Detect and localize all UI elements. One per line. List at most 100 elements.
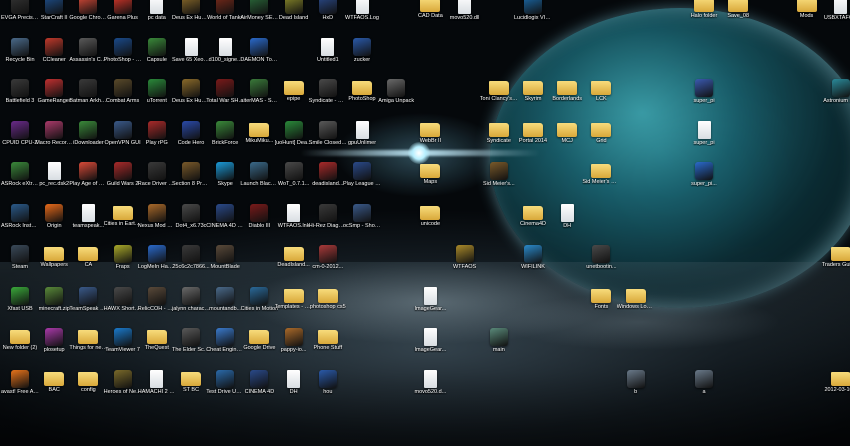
desktop-icon[interactable]: Heroes of Newerth xyxy=(104,369,142,410)
desktop-icon[interactable]: World of Tanks xyxy=(206,0,244,36)
desktop-icon[interactable]: unetbootin... xyxy=(582,245,620,285)
desktop-icon[interactable]: Cities in Earth 3D xyxy=(104,204,142,244)
desktop-icon[interactable]: Untitled1 xyxy=(309,37,347,78)
desktop-icon[interactable]: Dead Island xyxy=(275,0,313,36)
desktop-icon[interactable]: EVGA Precision X xyxy=(1,0,39,36)
desktop-icon[interactable]: Xfast USB xyxy=(1,286,39,327)
desktop-icon[interactable]: ocSmp - Shortcut xyxy=(343,203,381,244)
desktop-icon[interactable]: Recycle Bin xyxy=(1,37,39,78)
desktop-icon[interactable]: Borderlands xyxy=(548,79,586,119)
desktop-icon[interactable]: CCleaner xyxy=(35,37,73,78)
desktop-icon[interactable]: Maps xyxy=(411,162,449,202)
desktop-icon[interactable]: WIFILINK xyxy=(514,245,552,285)
desktop-icon[interactable]: zucker xyxy=(343,37,381,78)
desktop-icon[interactable]: movo520.d... xyxy=(411,369,449,410)
desktop-icon[interactable]: config xyxy=(69,370,107,410)
desktop-icon[interactable]: main xyxy=(480,328,518,368)
desktop-icon[interactable]: Phone Stuff xyxy=(309,328,347,368)
desktop-icon[interactable]: Toni Clancy's H.A.W.X xyxy=(480,79,518,119)
desktop-icon[interactable]: CINEMA 4D 64 Bit xyxy=(206,203,244,244)
desktop-icon[interactable]: uTorrent xyxy=(138,79,176,119)
desktop-icon[interactable]: RelicCOH - Shortcut xyxy=(138,286,176,327)
desktop-icon[interactable]: mountandb... xyxy=(206,286,244,327)
desktop-icon[interactable]: Lucidlogix VIRTU Settings xyxy=(514,0,552,36)
desktop-icon[interactable]: photoshop cs5 xyxy=(309,287,347,327)
desktop-icon[interactable]: teamspeak... xyxy=(69,203,107,244)
desktop-icon[interactable]: GameRanger xyxy=(35,79,73,119)
desktop-icon[interactable]: deadisland... xyxy=(309,162,347,202)
desktop-icon[interactable]: LCK xyxy=(582,79,620,119)
desktop-icon[interactable]: Syndicate xyxy=(480,121,518,161)
desktop-icon[interactable]: Save_08 xyxy=(719,0,757,36)
desktop-icon[interactable]: Diablo III xyxy=(240,203,278,244)
desktop-icon[interactable]: ImageGear... xyxy=(411,328,449,368)
desktop-icon[interactable]: 2012-03-10... xyxy=(822,370,850,410)
desktop-icon[interactable]: ImageGear... xyxy=(411,286,449,327)
desktop-icon[interactable]: Things for new PC xyxy=(69,328,107,368)
desktop-icon[interactable]: Amiga Unpack xyxy=(377,79,415,119)
desktop-icon[interactable]: Sid Meier's... xyxy=(480,162,518,202)
desktop-icon[interactable]: Section 8 Prejudice xyxy=(172,162,210,202)
desktop-icon[interactable]: Capsule xyxy=(138,37,176,78)
desktop-icon[interactable]: avast! Free Antivirus xyxy=(1,369,39,410)
desktop-icon[interactable]: HxD xyxy=(309,0,347,36)
desktop-icon[interactable]: LogMeIn Hamachi xyxy=(138,245,176,285)
desktop-icon[interactable]: Total War SHOGUN 2 xyxy=(206,79,244,119)
desktop-icon[interactable]: CINEMA 4D xyxy=(240,369,278,410)
desktop-icon[interactable]: TeamSpeak 3 Client xyxy=(69,286,107,327)
desktop-icon[interactable]: DAEMON Tools Lite xyxy=(240,37,278,78)
desktop-icon[interactable]: Grid xyxy=(582,121,620,161)
desktop-icon[interactable]: aiterMAS - Shortcut xyxy=(240,79,278,119)
desktop-icon[interactable]: b xyxy=(617,369,655,410)
desktop-icon[interactable]: DH xyxy=(275,369,313,410)
desktop-icon[interactable]: WTFAOS.Log xyxy=(343,0,381,36)
desktop-icon[interactable]: epipe xyxy=(275,79,313,119)
desktop-icon[interactable]: Code Hero xyxy=(172,120,210,161)
desktop-icon[interactable]: DeadIsland... xyxy=(275,245,313,285)
desktop-icon[interactable]: Google Chrome xyxy=(69,0,107,36)
desktop-icon[interactable]: Dot4_x6.73c xyxy=(172,203,210,244)
desktop-icon[interactable]: Skyrim xyxy=(514,79,552,119)
desktop-icon[interactable]: Assassin's Creed Re... xyxy=(69,37,107,78)
desktop-icon[interactable]: Play League of Legends xyxy=(343,162,381,202)
desktop-icon[interactable]: WebBr II xyxy=(411,121,449,161)
desktop-icon[interactable]: ASRock InstantBoot xyxy=(1,203,39,244)
desktop-icon[interactable]: BAC xyxy=(35,370,73,410)
desktop-icon[interactable]: WTFAOS xyxy=(446,245,484,285)
desktop-icon[interactable]: plosetup xyxy=(35,328,73,368)
desktop-icon[interactable]: super_pi xyxy=(685,120,723,161)
desktop-icon[interactable]: Combat Arms xyxy=(104,79,142,119)
desktop-icon[interactable]: d100_signe... xyxy=(206,37,244,78)
desktop-icon[interactable]: PhotoShop xyxy=(343,79,381,119)
desktop-icon[interactable]: Steam xyxy=(1,245,39,285)
desktop-icon[interactable]: ASRock eXtre... xyxy=(1,162,39,202)
desktop-icon[interactable]: Play Age of Empires xyxy=(69,162,107,202)
desktop-icon[interactable]: Traders Guild Game #3 xyxy=(822,245,850,285)
desktop-icon[interactable]: a xyxy=(685,369,723,410)
desktop-icon[interactable]: Macro Recorder xyxy=(35,120,73,161)
desktop-icon[interactable]: Race Driver GRID xyxy=(138,162,176,202)
desktop-icon[interactable]: [uoHunt] DeadIsland... xyxy=(275,120,313,161)
desktop-icon[interactable]: MCJ xyxy=(548,121,586,161)
desktop-icon[interactable]: Hi-Rez Diagnostic... xyxy=(309,203,347,244)
desktop-icon[interactable]: unicode xyxy=(411,204,449,244)
desktop-icon[interactable]: CA xyxy=(69,245,107,285)
desktop-icon[interactable]: Sid Meier's Civilization V xyxy=(582,162,620,202)
desktop-icon[interactable]: New folder (2) xyxy=(1,328,39,368)
desktop-icon[interactable]: pappy-io... xyxy=(275,328,313,368)
desktop-icon[interactable]: MountBlade xyxy=(206,245,244,285)
desktop-icon[interactable]: CPUID CPU-Z xyxy=(1,120,39,161)
desktop-icon[interactable]: The Elder Scrolls ... xyxy=(172,328,210,368)
desktop-icon[interactable]: DH xyxy=(548,203,586,244)
desktop-icon[interactable]: Launch Blacklight xyxy=(240,162,278,202)
desktop-icon[interactable]: Syndicate - Shortcut xyxy=(309,79,347,119)
desktop-icon[interactable]: super_pi xyxy=(685,79,723,119)
desktop-icon[interactable]: pc data xyxy=(138,0,176,36)
desktop-icon[interactable]: iDownloader xyxy=(69,120,107,161)
desktop-icon[interactable]: MikuMiku... xyxy=(240,121,278,161)
desktop-icon[interactable]: StarCraft II xyxy=(35,0,73,36)
desktop-icon[interactable]: Test Drive Unlimited 2 xyxy=(206,369,244,410)
desktop-icon[interactable]: AirMoney SE v7.38 xyxy=(240,0,278,36)
desktop-icon[interactable]: Skype xyxy=(206,162,244,202)
desktop-icon[interactable]: Wallpapers xyxy=(35,245,73,285)
